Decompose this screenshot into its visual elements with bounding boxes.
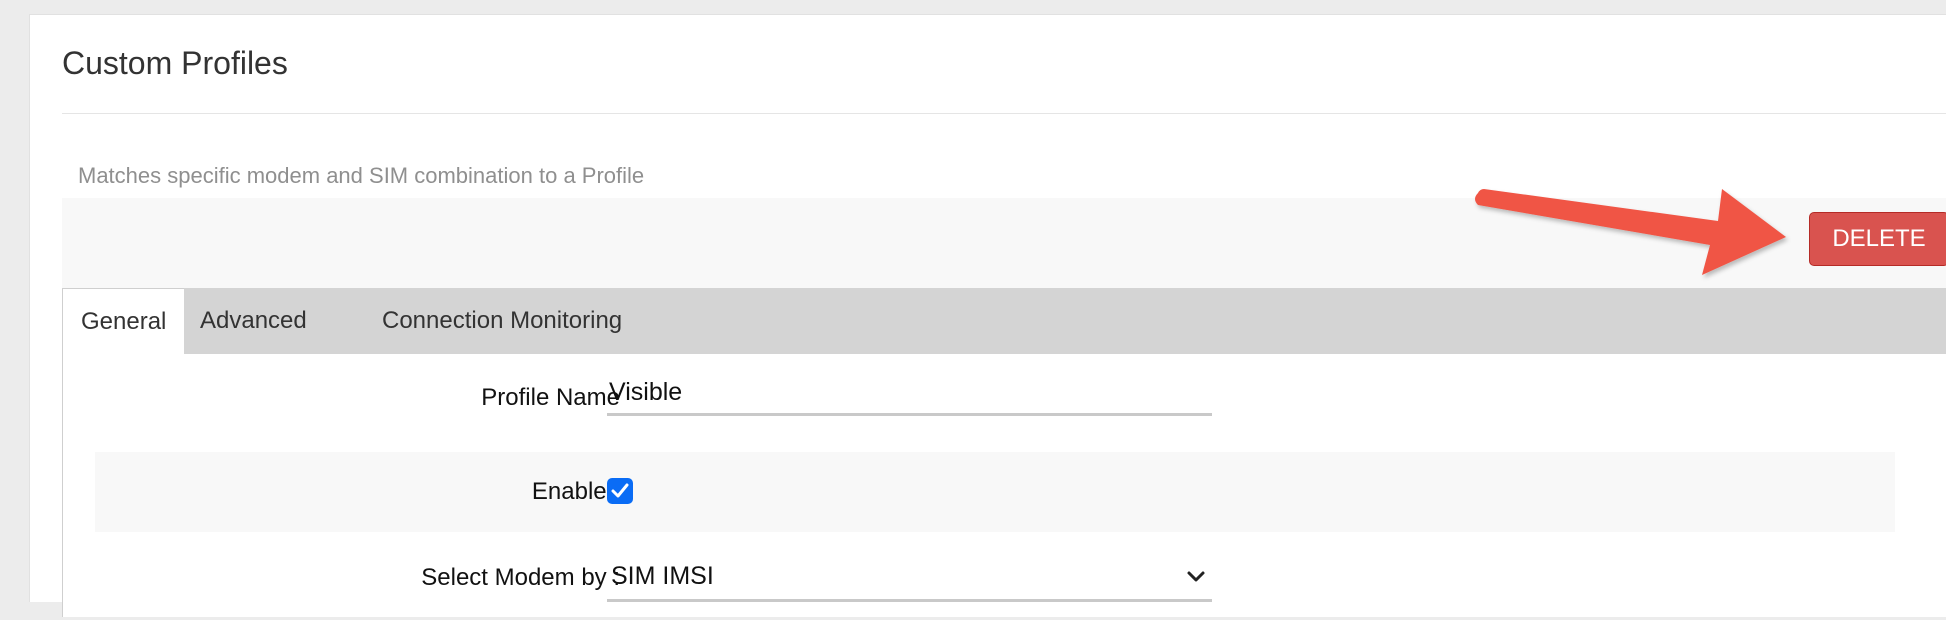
delete-button[interactable]: DELETE xyxy=(1809,212,1946,266)
tab-strip: General Advanced Connection Monitoring xyxy=(62,288,1946,354)
page-title: Custom Profiles xyxy=(62,45,288,81)
enabled-row: Enabled xyxy=(95,452,1895,532)
profile-name-label: Profile Name xyxy=(481,384,620,411)
chevron-down-icon xyxy=(1187,571,1205,582)
tab-connection-monitoring[interactable]: Connection Monitoring xyxy=(382,288,622,354)
tab-general[interactable]: General xyxy=(62,288,185,354)
select-modem-dropdown[interactable]: SIM IMSI xyxy=(607,554,1212,602)
profile-name-input[interactable] xyxy=(607,372,1212,416)
title-divider xyxy=(62,113,1946,114)
enabled-checkbox[interactable] xyxy=(607,478,633,504)
custom-profiles-panel: Custom Profiles Matches specific modem a… xyxy=(29,14,1946,617)
select-modem-value: SIM IMSI xyxy=(611,562,714,590)
page-subtitle: Matches specific modem and SIM combinati… xyxy=(78,163,645,188)
tab-advanced[interactable]: Advanced xyxy=(200,288,307,354)
select-modem-label: Select Modem by : xyxy=(421,564,620,591)
select-modem-row: Select Modem by : SIM IMSI xyxy=(95,540,1895,620)
check-icon xyxy=(611,483,629,498)
arrow-icon xyxy=(1475,189,1786,275)
profile-name-row: Profile Name xyxy=(95,354,1895,434)
general-tab-content: Profile Name Enabled Select Modem by : S… xyxy=(62,354,1946,617)
